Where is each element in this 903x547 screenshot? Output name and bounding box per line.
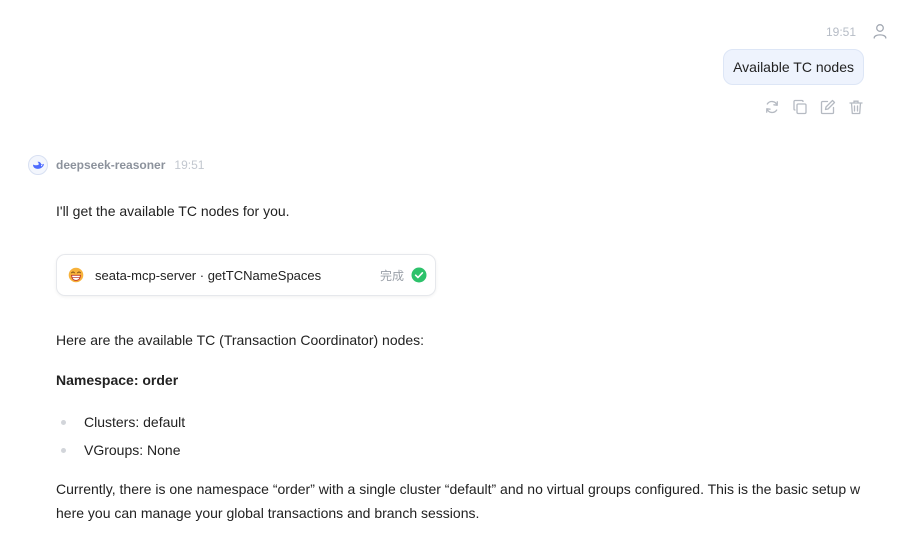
assistant-header: deepseek-reasoner 19:51: [28, 155, 204, 175]
assistant-summary-text: Here are the available TC (Transaction C…: [56, 332, 425, 348]
namespace-heading: Namespace: order: [56, 372, 179, 388]
check-circle-icon: [411, 267, 427, 283]
list-item: Clusters: default: [56, 408, 185, 436]
user-icon: [873, 24, 887, 39]
list-item-text: Clusters: default: [84, 414, 186, 430]
namespace-details-list: Clusters: default VGroups: None: [56, 408, 185, 464]
list-item: VGroups: None: [56, 436, 185, 464]
tool-call-name: seata-mcp-server · getTCNameSpaces: [95, 267, 322, 283]
assistant-intro-text: I'll get the available TC nodes for you.: [56, 203, 290, 219]
list-item-text: VGroups: None: [84, 442, 181, 458]
tool-call-card[interactable]: seata-mcp-server · getTCNameSpaces 完成: [56, 254, 436, 296]
model-name: deepseek-reasoner: [56, 158, 166, 172]
assistant-closing-text: Currently, there is one namespace “order…: [56, 481, 861, 521]
tool-call-status: 完成: [379, 268, 404, 283]
delete-icon[interactable]: [848, 99, 864, 115]
whale-icon: [32, 161, 44, 169]
user-message-actions: [764, 99, 864, 115]
user-message-bubble: Available TC nodes: [723, 49, 864, 85]
user-message-time: 19:51: [825, 25, 856, 39]
grin-emoji-icon: [68, 267, 84, 283]
assistant-message-time: 19:51: [174, 158, 205, 172]
copy-icon[interactable]: [792, 99, 808, 115]
assistant-avatar: [28, 155, 48, 175]
bullet-dot: [61, 420, 66, 425]
bullet-dot: [61, 448, 66, 453]
edit-icon[interactable]: [820, 99, 836, 115]
chat-page: 19:51 Available TC nodes deepseek-reason…: [0, 0, 903, 547]
refresh-icon[interactable]: [764, 99, 780, 115]
